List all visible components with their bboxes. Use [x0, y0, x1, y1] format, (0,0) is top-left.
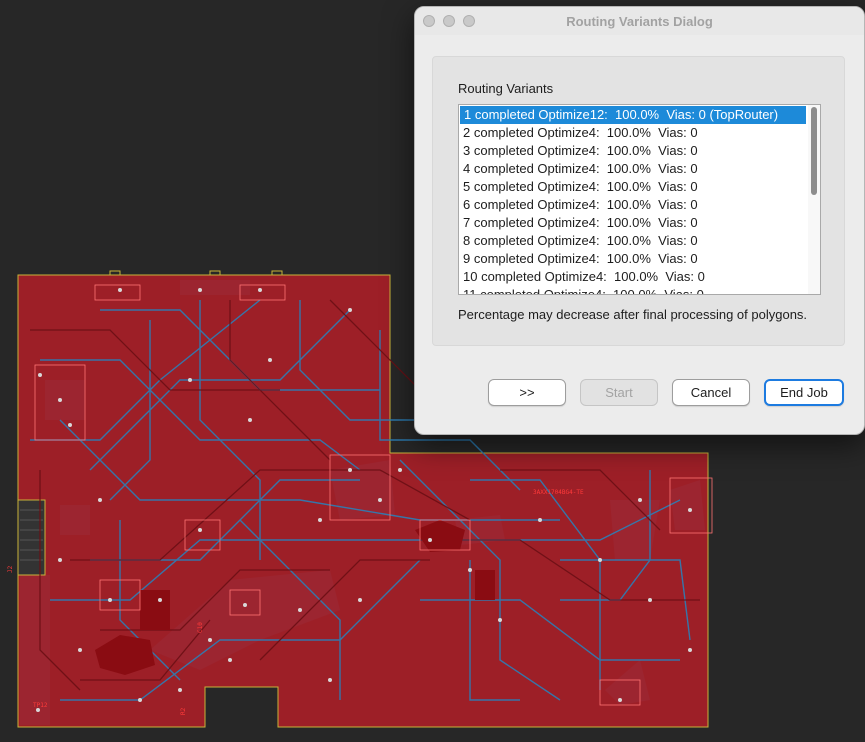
variant-list-item[interactable]: 10 completed Optimize4: 100.0% Vias: 0 [459, 268, 806, 286]
variant-list-item[interactable]: 4 completed Optimize4: 100.0% Vias: 0 [459, 160, 806, 178]
dialog-title: Routing Variants Dialog [566, 14, 713, 29]
connector-j2 [17, 499, 46, 576]
variant-list-item[interactable]: 9 completed Optimize4: 100.0% Vias: 0 [459, 250, 806, 268]
variant-list-item[interactable]: 2 completed Optimize4: 100.0% Vias: 0 [459, 124, 806, 142]
variant-list-item[interactable]: 6 completed Optimize4: 100.0% Vias: 0 [459, 196, 806, 214]
start-button[interactable]: Start [580, 379, 658, 406]
list-scroll-thumb[interactable] [811, 107, 817, 195]
list-scrollbar[interactable] [808, 105, 820, 294]
silk-tp12: TP12 [33, 702, 48, 709]
routing-variants-dialog: Routing Variants Dialog Routing Variants… [414, 6, 865, 435]
cancel-button[interactable]: Cancel [672, 379, 750, 406]
variant-list-item[interactable]: 5 completed Optimize4: 100.0% Vias: 0 [459, 178, 806, 196]
dialog-titlebar[interactable]: Routing Variants Dialog [415, 7, 864, 35]
variant-list-item[interactable]: 1 completed Optimize12: 100.0% Vias: 0 (… [460, 106, 806, 124]
variant-list-item[interactable]: 7 completed Optimize4: 100.0% Vias: 0 [459, 214, 806, 232]
routing-variants-list[interactable]: 1 completed Optimize12: 100.0% Vias: 0 (… [458, 104, 821, 295]
variant-list-item[interactable]: 11 completed Optimize4: 100.0% Vias: 0 [459, 286, 806, 294]
end-job-button[interactable]: End Job [764, 379, 844, 406]
variant-list-item[interactable]: 8 completed Optimize4: 100.0% Vias: 0 [459, 232, 806, 250]
routing-variants-label: Routing Variants [458, 81, 554, 96]
polygon-note: Percentage may decrease after final proc… [458, 307, 808, 322]
silk-c10: C10 [197, 622, 204, 633]
silk-ic-label: 3AXX1704BG4-TE [533, 489, 584, 496]
next-button[interactable]: >> [488, 379, 566, 406]
silk-j2: J2 [7, 565, 14, 573]
silk-r2: R2 [180, 707, 187, 715]
variant-list-item[interactable]: 3 completed Optimize4: 100.0% Vias: 0 [459, 142, 806, 160]
